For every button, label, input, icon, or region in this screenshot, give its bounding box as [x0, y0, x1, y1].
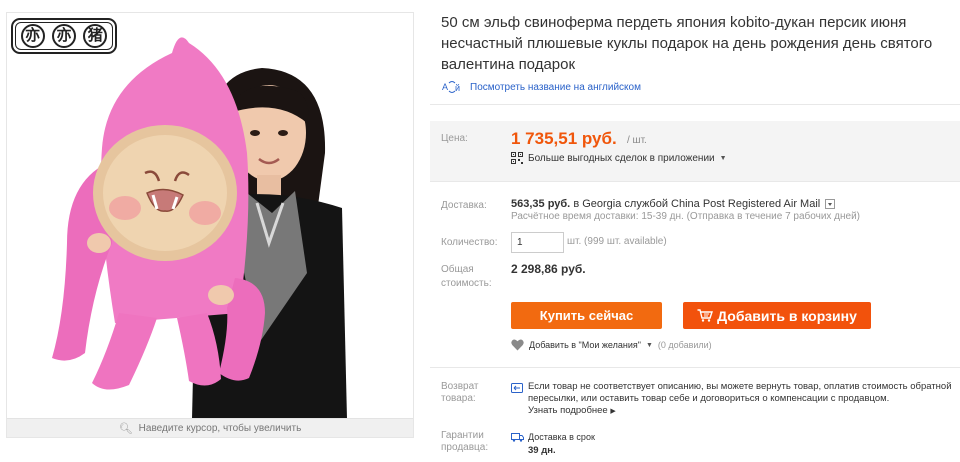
svg-text:A: A	[442, 82, 448, 92]
shipping-label: Доставка:	[441, 200, 487, 211]
wishlist-row: Добавить в "Мои желания" ▼ (0 добавили)	[511, 339, 712, 351]
buy-now-label: Купить сейчас	[539, 308, 634, 323]
quantity-available: шт. (999 шт. available)	[567, 236, 667, 247]
delivery-days: 39 дн.	[528, 445, 556, 456]
translate-title-link[interactable]: A й Посмотреть название на английском	[441, 80, 641, 94]
total-label: Общая стоимость:	[441, 264, 492, 289]
guarantees-label: Гарантии продавца:	[441, 430, 489, 453]
returns-policy-text: Если товар не соответствует описанию, вы…	[528, 381, 952, 404]
app-deals-dropdown[interactable]: Больше выгодных сделок в приложении ▼	[511, 152, 727, 164]
product-photo[interactable]	[7, 13, 413, 419]
logo-glyph: 亦	[20, 24, 45, 48]
zoom-hint-text: Наведите курсор, чтобы увеличить	[138, 422, 302, 434]
magnifier-icon: 🔍︎	[118, 421, 133, 435]
divider	[430, 367, 960, 368]
product-image-gallery[interactable]: 亦 亦 猪 🔍︎ Наведите курсор, чтобы увеличит…	[6, 12, 414, 438]
learn-more-link[interactable]: Узнать подробнее ▶	[528, 405, 616, 416]
price-label: Цена:	[441, 133, 468, 144]
delivery-truck-icon	[511, 433, 524, 442]
price-value: 1 735,51 руб.	[511, 129, 617, 148]
product-title: 50 см эльф свиноферма пердеть япония kob…	[441, 14, 933, 73]
chevron-down-icon[interactable]: ▼	[646, 342, 653, 349]
divider	[430, 181, 960, 182]
price-unit: / шт.	[627, 135, 647, 146]
app-deals-text: Больше выгодных сделок в приложении	[528, 152, 715, 164]
delivery-on-time: Доставка в срок	[528, 432, 595, 442]
divider	[430, 104, 960, 105]
total-value: 2 298,86 руб.	[511, 262, 586, 276]
hand-right	[208, 285, 234, 305]
add-to-cart-button[interactable]: Добавить в корзину	[683, 302, 871, 329]
brand-logo: 亦 亦 猪	[11, 18, 117, 54]
learn-more-text: Узнать подробнее	[528, 405, 608, 416]
cart-icon	[697, 309, 714, 322]
wishlist-count: (0 добавили)	[657, 340, 712, 350]
returns-label: Возврат товара:	[441, 381, 479, 404]
delivery-estimate: Расчётное время доставки: 15-39 дн. (Отп…	[511, 211, 861, 222]
quantity-input[interactable]	[511, 232, 564, 253]
shipping-method-dropdown[interactable]	[825, 199, 836, 210]
heart-icon[interactable]	[511, 339, 524, 351]
hand-left	[87, 233, 111, 253]
logo-glyph: 猪	[83, 24, 108, 48]
logo-glyph: 亦	[51, 24, 76, 48]
return-box-icon	[511, 383, 523, 393]
add-to-wishlist-link[interactable]: Добавить в "Мои желания"	[529, 340, 641, 350]
buy-now-button[interactable]: Купить сейчас	[511, 302, 662, 329]
qr-code-icon	[511, 152, 523, 164]
translate-icon: A й	[442, 81, 460, 93]
shipping-destination[interactable]: в Georgia службой China Post Registered …	[573, 198, 820, 210]
quantity-label: Количество:	[441, 237, 498, 248]
price-panel	[430, 121, 960, 181]
zoom-hint-bar: 🔍︎ Наведите курсор, чтобы увеличить	[7, 418, 413, 437]
chevron-right-icon: ▶	[610, 408, 616, 415]
add-to-cart-label: Добавить в корзину	[717, 307, 857, 324]
shipping-cost: 563,35 руб.	[511, 198, 571, 210]
svg-text:й: й	[455, 83, 460, 93]
returns-policy: Если товар не соответствует описанию, вы…	[528, 381, 958, 418]
translate-link-text: Посмотреть название на английском	[470, 81, 641, 93]
shipping-info: 563,35 руб. в Georgia службой China Post…	[511, 198, 836, 210]
chevron-down-icon: ▼	[719, 154, 727, 162]
